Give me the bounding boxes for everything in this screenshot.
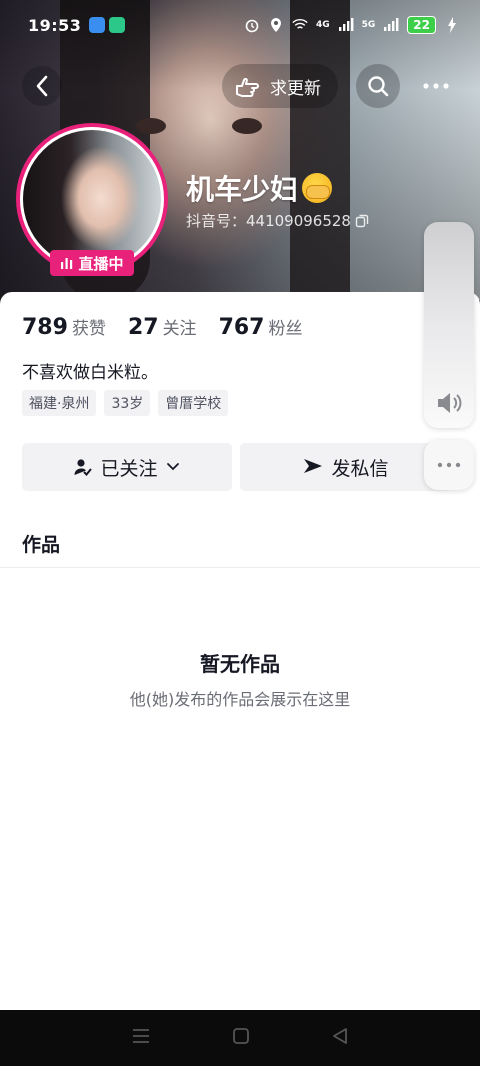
live-bars-icon: [61, 258, 73, 269]
following-label: 已关注: [100, 457, 158, 480]
system-navigation-bar: [0, 1010, 480, 1066]
stat-followers-count: 767: [218, 315, 265, 340]
ellipsis-icon: [437, 462, 461, 468]
copy-icon: [355, 214, 369, 227]
stat-likes[interactable]: 789 获赞: [22, 314, 106, 340]
signal-icon-1: [338, 17, 354, 33]
stat-followers[interactable]: 767 粉丝: [219, 314, 303, 340]
alarm-icon: [244, 17, 260, 33]
pointing-hand-icon: [236, 78, 259, 98]
back-triangle-icon: [333, 1028, 348, 1044]
back-nav-button[interactable]: [331, 1027, 349, 1049]
request-update-label: 求更新: [270, 78, 321, 99]
signal-icon-2: [383, 17, 399, 33]
stat-followers-label: 粉丝: [268, 319, 303, 339]
chevron-down-icon: [166, 463, 179, 471]
stat-following[interactable]: 27 关注: [128, 314, 197, 340]
stat-following-count: 27: [127, 315, 159, 340]
profile-tags: 福建·泉州 33岁 曾厝学校: [22, 390, 229, 416]
tab-divider: [0, 567, 480, 568]
status-right: 4G 5G 22: [244, 16, 460, 34]
home-nav-button[interactable]: [232, 1027, 250, 1049]
douyin-id[interactable]: 抖音号：44109096528: [186, 210, 369, 231]
notification-app-icon: [89, 17, 106, 33]
action-buttons: 已关注 发私信: [22, 443, 452, 491]
empty-state-subtitle: 他(她)发布的作品会展示在这里: [129, 690, 351, 709]
hiding-face-emoji-icon: [302, 173, 333, 203]
status-bar: 19:53 4G 5G 22: [0, 0, 480, 50]
stat-likes-count: 789: [22, 315, 68, 340]
live-badge[interactable]: 直播中: [50, 250, 134, 276]
stat-likes-label: 获赞: [71, 319, 106, 339]
more-options-button[interactable]: [414, 64, 458, 108]
menu-nav-button[interactable]: [131, 1027, 151, 1049]
chevron-left-icon: [36, 75, 48, 97]
menu-icon: [132, 1029, 149, 1043]
send-arrow-icon: [304, 459, 323, 473]
profile-content-card: 789 获赞 27 关注 767 粉丝 不喜欢做白米粒。 福建·泉州 33岁 曾厝学校…: [0, 292, 480, 1010]
volume-icon[interactable]: [436, 390, 464, 420]
battery-indicator: 22: [407, 16, 436, 34]
stat-following-label: 关注: [162, 319, 197, 339]
network-4g-label: 4G: [315, 20, 330, 30]
user-check-icon: [74, 459, 93, 476]
avatar-image: [23, 130, 161, 268]
nickname-text: 机车少妇: [186, 173, 299, 206]
search-icon: [368, 76, 389, 97]
floating-more-button[interactable]: [424, 440, 474, 490]
charging-icon: [444, 17, 460, 33]
send-message-button[interactable]: 发私信: [240, 443, 452, 491]
send-message-label: 发私信: [331, 457, 389, 480]
status-time: 19:53: [28, 15, 82, 35]
search-button[interactable]: [356, 64, 400, 108]
profile-stats: 789 获赞 27 关注 767 粉丝: [22, 314, 303, 340]
following-button[interactable]: 已关注: [22, 443, 232, 491]
profile-bio: 不喜欢做白米粒。: [22, 363, 158, 383]
request-update-button[interactable]: 求更新: [222, 64, 338, 108]
back-button[interactable]: [22, 66, 62, 106]
network-5g-label: 5G: [361, 20, 376, 30]
location-icon: [268, 17, 284, 33]
ellipsis-icon: [423, 83, 449, 89]
tag-age: 33岁: [104, 390, 151, 416]
profile-nickname: 机车少妇: [186, 168, 333, 208]
douyin-id-text: 抖音号：44109096528: [186, 212, 351, 230]
home-square-icon: [233, 1028, 249, 1044]
tag-location: 福建·泉州: [22, 390, 97, 416]
tab-works[interactable]: 作品: [22, 530, 60, 557]
live-badge-label: 直播中: [78, 254, 124, 273]
tag-school[interactable]: 曾厝学校: [158, 390, 229, 416]
notification-chat-icon: [109, 17, 126, 33]
empty-state-title: 暂无作品: [200, 652, 280, 676]
wifi-icon: [292, 17, 308, 33]
